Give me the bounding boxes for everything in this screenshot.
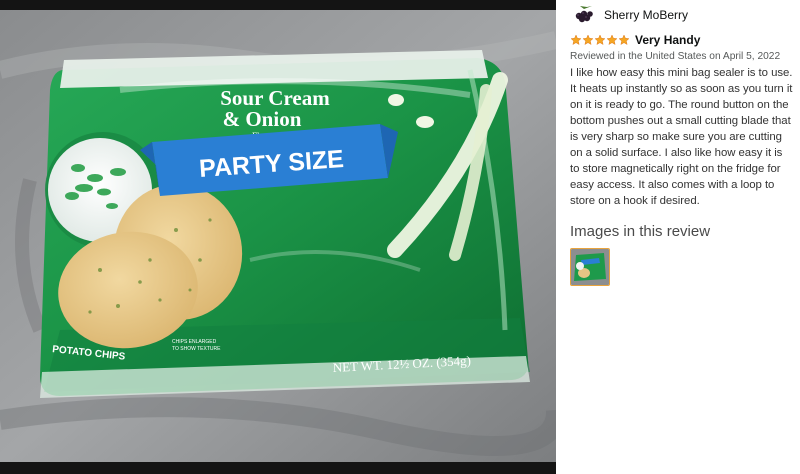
chip-bag-photo: Sour Cream & Onion Flavored PARTY SIZE P…: [0, 0, 556, 474]
bag-title-line2: & Onion: [223, 107, 302, 131]
review-image-viewer: Sour Cream & Onion Flavored PARTY SIZE P…: [0, 0, 800, 474]
review-title-row: Very Handy: [570, 33, 794, 47]
star-icon: [594, 34, 606, 46]
review-panel: Sherry MoBerry Very Handy Reviewed in th…: [556, 0, 800, 474]
review-title: Very Handy: [635, 33, 701, 47]
star-icon: [606, 34, 618, 46]
review-date: Reviewed in the United States on April 5…: [570, 51, 781, 62]
star-rating: [570, 34, 630, 46]
reviewer-name[interactable]: Sherry MoBerry: [604, 8, 688, 22]
star-icon: [570, 34, 582, 46]
bag-chips-note-2: TO SHOW TEXTURE: [172, 346, 221, 352]
thumbnail-image: [571, 249, 609, 285]
star-icon: [618, 34, 630, 46]
blackberry-avatar-icon: [575, 6, 593, 23]
images-section-heading: Images in this review: [570, 223, 711, 240]
bag-chips-note-1: CHIPS ENLARGED: [172, 339, 217, 345]
review-photo: Sour Cream & Onion Flavored PARTY SIZE P…: [0, 0, 556, 474]
reviewer-profile[interactable]: Sherry MoBerry: [570, 5, 794, 25]
review-image-thumbnail[interactable]: [570, 248, 610, 286]
star-icon: [582, 34, 594, 46]
review-body: I like how easy this mini bag sealer is …: [570, 67, 793, 207]
